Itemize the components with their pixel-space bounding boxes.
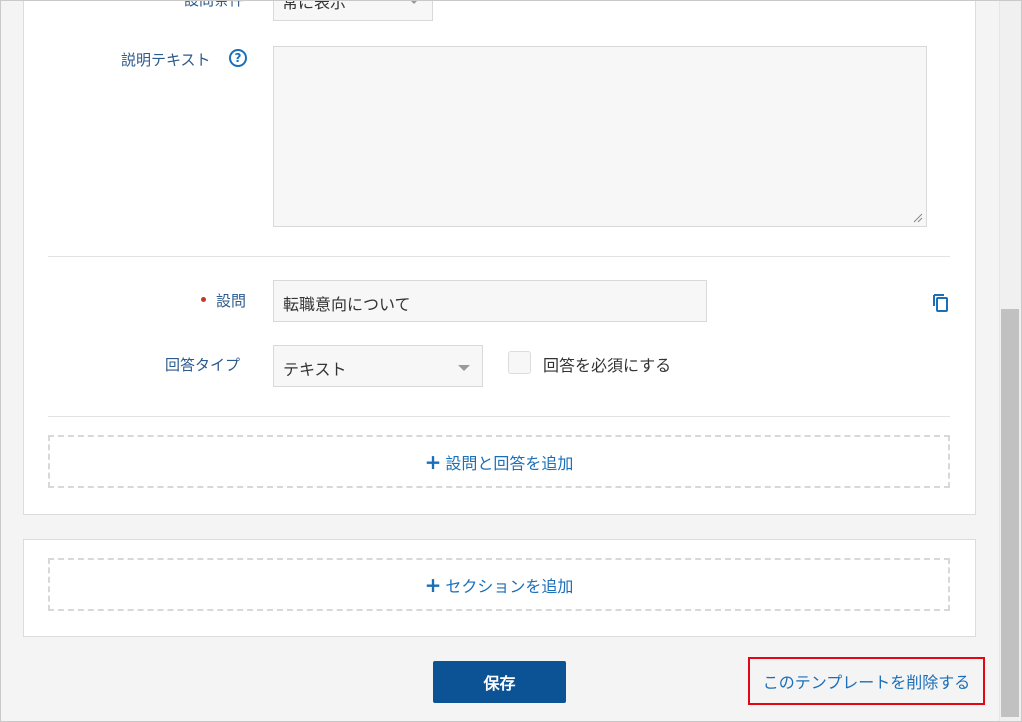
answer-type-label: 回答タイプ [165, 356, 241, 374]
required-marker [201, 297, 206, 302]
condition-label: 設問条件 [184, 0, 245, 9]
editor-window: 設問条件 常に表示 説明テキスト ? 設問 転職意向について 回答タイプ テキス… [0, 0, 1022, 722]
divider [48, 256, 950, 257]
plus-icon: + [424, 449, 442, 474]
description-textarea[interactable] [273, 46, 927, 227]
plus-icon: + [424, 572, 442, 597]
description-label: 説明テキスト [121, 51, 211, 69]
question-card: 設問条件 常に表示 説明テキスト ? 設問 転職意向について 回答タイプ テキス… [23, 1, 976, 515]
section-card: + セクションを追加 [23, 539, 976, 637]
question-input[interactable]: 転職意向について [273, 280, 707, 322]
question-label: 設問 [216, 292, 247, 310]
save-button[interactable]: 保存 [433, 661, 566, 703]
divider [48, 416, 950, 417]
condition-select-value: 常に表示 [282, 0, 347, 12]
add-section-label: セクションを追加 [445, 576, 574, 596]
question-value: 転職意向について [283, 295, 411, 314]
resize-grip-icon[interactable] [913, 213, 923, 223]
required-checkbox-label[interactable]: 回答を必須にする [543, 352, 671, 376]
required-checkbox[interactable] [508, 351, 531, 374]
scrollbar[interactable] [999, 1, 1021, 721]
help-icon[interactable]: ? [229, 49, 247, 67]
chevron-down-icon [408, 1, 420, 4]
add-question-label: 設問と回答を追加 [445, 453, 574, 473]
add-question-button[interactable]: + 設問と回答を追加 [48, 435, 950, 488]
copy-icon[interactable] [932, 292, 950, 312]
answer-type-value: テキスト [283, 360, 347, 379]
scrollbar-thumb[interactable] [1001, 309, 1019, 717]
answer-type-select[interactable]: テキスト [273, 345, 483, 387]
chevron-down-icon [458, 365, 470, 371]
condition-select[interactable]: 常に表示 [273, 0, 433, 21]
add-section-button[interactable]: + セクションを追加 [48, 558, 950, 611]
delete-template-link[interactable]: このテンプレートを削除する [748, 657, 985, 705]
